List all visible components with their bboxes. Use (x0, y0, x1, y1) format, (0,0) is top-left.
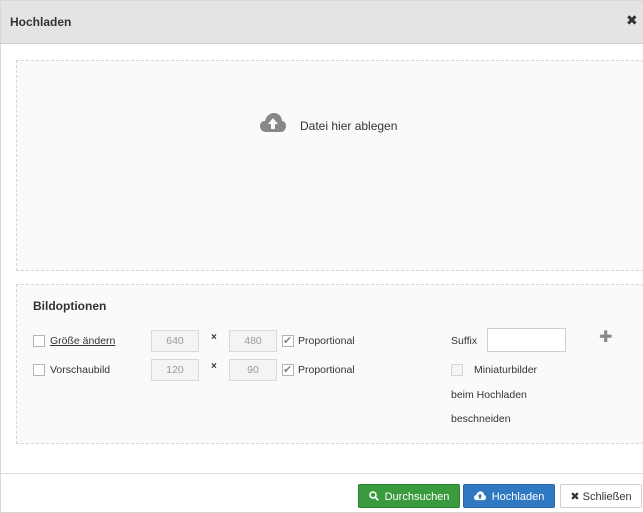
browse-button[interactable]: Durchsuchen (358, 484, 460, 508)
options-title: Bildoptionen (33, 299, 107, 313)
search-icon (368, 491, 382, 503)
resize-height-input[interactable]: 480 (229, 330, 277, 352)
resize-proportional-label[interactable]: Proportional (298, 335, 355, 347)
add-icon[interactable]: ✚ (599, 330, 612, 346)
upload-button-label: Hochladen (491, 491, 545, 503)
thumbnail-label[interactable]: Vorschaubild (50, 364, 110, 376)
dropzone-text: Datei hier ablegen (300, 119, 398, 133)
resize-width-input[interactable]: 640 (151, 330, 199, 352)
thumbnail-width-input[interactable]: 120 (151, 359, 199, 381)
thumbnail-proportional-checkbox[interactable]: ✔ (282, 364, 294, 376)
upload-dialog: Hochladen ✖ Datei hier ablegen Bildoptio… (0, 0, 643, 513)
times-icon: × (211, 361, 217, 372)
cloud-upload-icon (473, 491, 489, 503)
thumbnail-proportional-label[interactable]: Proportional (298, 364, 355, 376)
cloud-upload-icon (260, 113, 286, 132)
close-icon: ✖ (570, 491, 580, 503)
browse-button-label: Durchsuchen (384, 491, 450, 503)
check-icon: ✔ (283, 364, 293, 376)
resize-checkbox[interactable] (33, 335, 45, 347)
thumbnail-checkbox[interactable] (33, 364, 45, 376)
resize-label[interactable]: Größe ändern (50, 335, 115, 347)
crop-thumbnails-label-line2: beim Hochladen (451, 389, 527, 401)
times-icon: × (211, 332, 217, 343)
crop-thumbnails-label-line1: Miniaturbilder (474, 364, 538, 376)
close-icon[interactable]: ✖ (626, 13, 638, 27)
image-options-panel: Bildoptionen Größe ändern 640 × 480 ✔ Pr… (16, 284, 643, 444)
crop-thumbnails-label-line3: beschneiden (451, 413, 511, 425)
check-icon: ✔ (283, 335, 293, 347)
close-button[interactable]: ✖ Schließen (560, 484, 642, 508)
crop-thumbnails-checkbox[interactable] (451, 364, 463, 376)
dialog-title: Hochladen (10, 15, 72, 29)
suffix-label: Suffix (451, 335, 478, 347)
suffix-input[interactable] (487, 328, 566, 352)
resize-proportional-checkbox[interactable]: ✔ (282, 335, 294, 347)
upload-button[interactable]: Hochladen (463, 484, 555, 508)
file-dropzone[interactable]: Datei hier ablegen (16, 60, 643, 271)
dialog-titlebar: Hochladen ✖ (1, 1, 643, 44)
close-button-label: Schließen (582, 491, 632, 503)
thumbnail-height-input[interactable]: 90 (229, 359, 277, 381)
dialog-footer-divider (1, 473, 643, 474)
